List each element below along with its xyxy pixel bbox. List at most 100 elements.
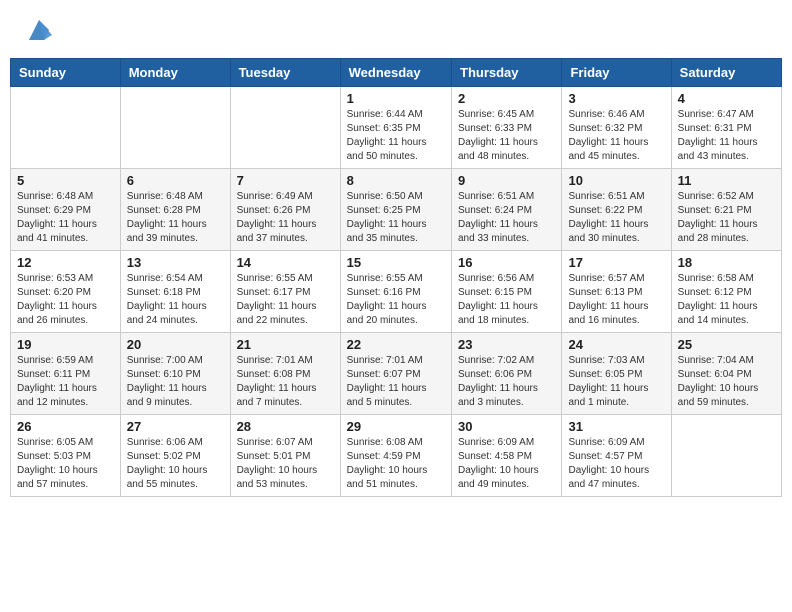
day-info: Sunrise: 6:05 AM Sunset: 5:03 PM Dayligh…: [17, 436, 114, 492]
day-number: 3: [568, 91, 664, 106]
calendar-cell: [120, 87, 230, 169]
day-number: 22: [347, 337, 445, 352]
day-info: Sunrise: 6:06 AM Sunset: 5:02 PM Dayligh…: [127, 436, 224, 492]
calendar-cell: 8Sunrise: 6:50 AM Sunset: 6:25 PM Daylig…: [340, 169, 451, 251]
calendar-cell: 26 Sunrise: 6:05 AM Sunset: 5:03 PM Dayli…: [11, 415, 121, 497]
weekday-header: Saturday: [671, 59, 781, 87]
day-number: 13: [127, 255, 224, 270]
calendar-cell: 7 Sunrise: 6:49 AM Sunset: 6:26 PM Daylig…: [230, 169, 340, 251]
logo: [20, 15, 54, 45]
calendar-cell: 13Sunrise: 6:54 AM Sunset: 6:18 PM Dayli…: [120, 251, 230, 333]
calendar-cell: 15 Sunrise: 6:55 AM Sunset: 6:16 PM Dayli…: [340, 251, 451, 333]
calendar-cell: 24 Sunrise: 7:03 AM Sunset: 6:05 PM Dayli…: [562, 333, 671, 415]
calendar-cell: 30 Sunrise: 6:09 AM Sunset: 4:58 PM Dayli…: [452, 415, 562, 497]
day-info: Sunrise: 6:59 AM Sunset: 6:11 PM Dayligh…: [17, 354, 114, 410]
day-number: 26: [17, 419, 114, 434]
calendar-cell: 9Sunrise: 6:51 AM Sunset: 6:24 PM Daylig…: [452, 169, 562, 251]
day-info: Sunrise: 6:08 AM Sunset: 4:59 PM Dayligh…: [347, 436, 445, 492]
day-info: Sunrise: 6:56 AM Sunset: 6:15 PM Dayligh…: [458, 272, 555, 328]
day-info: Sunrise: 6:55 AM Sunset: 6:17 PM Dayligh…: [237, 272, 334, 328]
day-number: 4: [678, 91, 775, 106]
weekday-header: Thursday: [452, 59, 562, 87]
calendar-week-row: 12 Sunrise: 6:53 AM Sunset: 6:20 PM Dayli…: [11, 251, 782, 333]
day-number: 17: [568, 255, 664, 270]
weekday-header: Sunday: [11, 59, 121, 87]
day-info: Sunrise: 6:49 AM Sunset: 6:26 PM Dayligh…: [237, 190, 334, 246]
day-info: Sunrise: 6:51 AM Sunset: 6:24 PM Dayligh…: [458, 190, 555, 246]
day-number: 11: [678, 173, 775, 188]
day-info: Sunrise: 6:57 AM Sunset: 6:13 PM Dayligh…: [568, 272, 664, 328]
day-info: Sunrise: 6:44 AM Sunset: 6:35 PM Dayligh…: [347, 108, 445, 164]
day-number: 2: [458, 91, 555, 106]
day-number: 15: [347, 255, 445, 270]
day-info: Sunrise: 7:03 AM Sunset: 6:05 PM Dayligh…: [568, 354, 664, 410]
day-number: 16: [458, 255, 555, 270]
day-info: Sunrise: 6:09 AM Sunset: 4:58 PM Dayligh…: [458, 436, 555, 492]
day-info: Sunrise: 6:52 AM Sunset: 6:21 PM Dayligh…: [678, 190, 775, 246]
calendar-week-row: 5 Sunrise: 6:48 AM Sunset: 6:29 PM Daylig…: [11, 169, 782, 251]
day-info: Sunrise: 6:46 AM Sunset: 6:32 PM Dayligh…: [568, 108, 664, 164]
day-info: Sunrise: 6:55 AM Sunset: 6:16 PM Dayligh…: [347, 272, 445, 328]
calendar-cell: 20Sunrise: 7:00 AM Sunset: 6:10 PM Dayli…: [120, 333, 230, 415]
day-number: 24: [568, 337, 664, 352]
calendar-week-row: 26 Sunrise: 6:05 AM Sunset: 5:03 PM Dayli…: [11, 415, 782, 497]
day-info: Sunrise: 7:04 AM Sunset: 6:04 PM Dayligh…: [678, 354, 775, 410]
day-info: Sunrise: 7:01 AM Sunset: 6:08 PM Dayligh…: [237, 354, 334, 410]
calendar-cell: 25Sunrise: 7:04 AM Sunset: 6:04 PM Dayli…: [671, 333, 781, 415]
day-number: 6: [127, 173, 224, 188]
day-number: 29: [347, 419, 445, 434]
calendar-cell: 10 Sunrise: 6:51 AM Sunset: 6:22 PM Dayli…: [562, 169, 671, 251]
day-info: Sunrise: 6:53 AM Sunset: 6:20 PM Dayligh…: [17, 272, 114, 328]
weekday-header: Monday: [120, 59, 230, 87]
logo-icon: [24, 15, 54, 45]
weekday-header: Friday: [562, 59, 671, 87]
weekday-header: Tuesday: [230, 59, 340, 87]
day-number: 31: [568, 419, 664, 434]
day-info: Sunrise: 6:58 AM Sunset: 6:12 PM Dayligh…: [678, 272, 775, 328]
calendar-week-row: 19 Sunrise: 6:59 AM Sunset: 6:11 PM Dayli…: [11, 333, 782, 415]
weekday-header: Wednesday: [340, 59, 451, 87]
day-number: 7: [237, 173, 334, 188]
day-info: Sunrise: 6:51 AM Sunset: 6:22 PM Dayligh…: [568, 190, 664, 246]
day-number: 21: [237, 337, 334, 352]
calendar-cell: 6 Sunrise: 6:48 AM Sunset: 6:28 PM Daylig…: [120, 169, 230, 251]
calendar-cell: 2 Sunrise: 6:45 AM Sunset: 6:33 PM Daylig…: [452, 87, 562, 169]
day-number: 8: [347, 173, 445, 188]
calendar-cell: 3 Sunrise: 6:46 AM Sunset: 6:32 PM Daylig…: [562, 87, 671, 169]
calendar-cell: 23Sunrise: 7:02 AM Sunset: 6:06 PM Dayli…: [452, 333, 562, 415]
day-number: 28: [237, 419, 334, 434]
calendar-cell: 18 Sunrise: 6:58 AM Sunset: 6:12 PM Dayli…: [671, 251, 781, 333]
day-number: 30: [458, 419, 555, 434]
calendar-cell: [230, 87, 340, 169]
day-number: 10: [568, 173, 664, 188]
calendar-cell: 22 Sunrise: 7:01 AM Sunset: 6:07 PM Dayli…: [340, 333, 451, 415]
day-number: 12: [17, 255, 114, 270]
day-info: Sunrise: 6:07 AM Sunset: 5:01 PM Dayligh…: [237, 436, 334, 492]
day-info: Sunrise: 6:47 AM Sunset: 6:31 PM Dayligh…: [678, 108, 775, 164]
day-number: 18: [678, 255, 775, 270]
calendar-cell: 5 Sunrise: 6:48 AM Sunset: 6:29 PM Daylig…: [11, 169, 121, 251]
calendar-cell: 17 Sunrise: 6:57 AM Sunset: 6:13 PM Dayli…: [562, 251, 671, 333]
day-number: 19: [17, 337, 114, 352]
calendar-week-row: 1Sunrise: 6:44 AM Sunset: 6:35 PM Daylig…: [11, 87, 782, 169]
calendar-cell: 14 Sunrise: 6:55 AM Sunset: 6:17 PM Dayli…: [230, 251, 340, 333]
day-number: 23: [458, 337, 555, 352]
day-info: Sunrise: 7:01 AM Sunset: 6:07 PM Dayligh…: [347, 354, 445, 410]
day-info: Sunrise: 6:48 AM Sunset: 6:29 PM Dayligh…: [17, 190, 114, 246]
calendar-cell: 28 Sunrise: 6:07 AM Sunset: 5:01 PM Dayli…: [230, 415, 340, 497]
calendar-table: SundayMondayTuesdayWednesdayThursdayFrid…: [10, 58, 782, 497]
calendar-cell: 1Sunrise: 6:44 AM Sunset: 6:35 PM Daylig…: [340, 87, 451, 169]
calendar-cell: 29 Sunrise: 6:08 AM Sunset: 4:59 PM Dayli…: [340, 415, 451, 497]
calendar-cell: 12 Sunrise: 6:53 AM Sunset: 6:20 PM Dayli…: [11, 251, 121, 333]
calendar-cell: 11 Sunrise: 6:52 AM Sunset: 6:21 PM Dayli…: [671, 169, 781, 251]
calendar-cell: 21 Sunrise: 7:01 AM Sunset: 6:08 PM Dayli…: [230, 333, 340, 415]
day-number: 14: [237, 255, 334, 270]
day-number: 5: [17, 173, 114, 188]
day-number: 27: [127, 419, 224, 434]
calendar-cell: [11, 87, 121, 169]
calendar-cell: 19 Sunrise: 6:59 AM Sunset: 6:11 PM Dayli…: [11, 333, 121, 415]
calendar-header-row: SundayMondayTuesdayWednesdayThursdayFrid…: [11, 59, 782, 87]
day-info: Sunrise: 6:48 AM Sunset: 6:28 PM Dayligh…: [127, 190, 224, 246]
calendar-cell: 31Sunrise: 6:09 AM Sunset: 4:57 PM Dayli…: [562, 415, 671, 497]
day-info: Sunrise: 6:45 AM Sunset: 6:33 PM Dayligh…: [458, 108, 555, 164]
